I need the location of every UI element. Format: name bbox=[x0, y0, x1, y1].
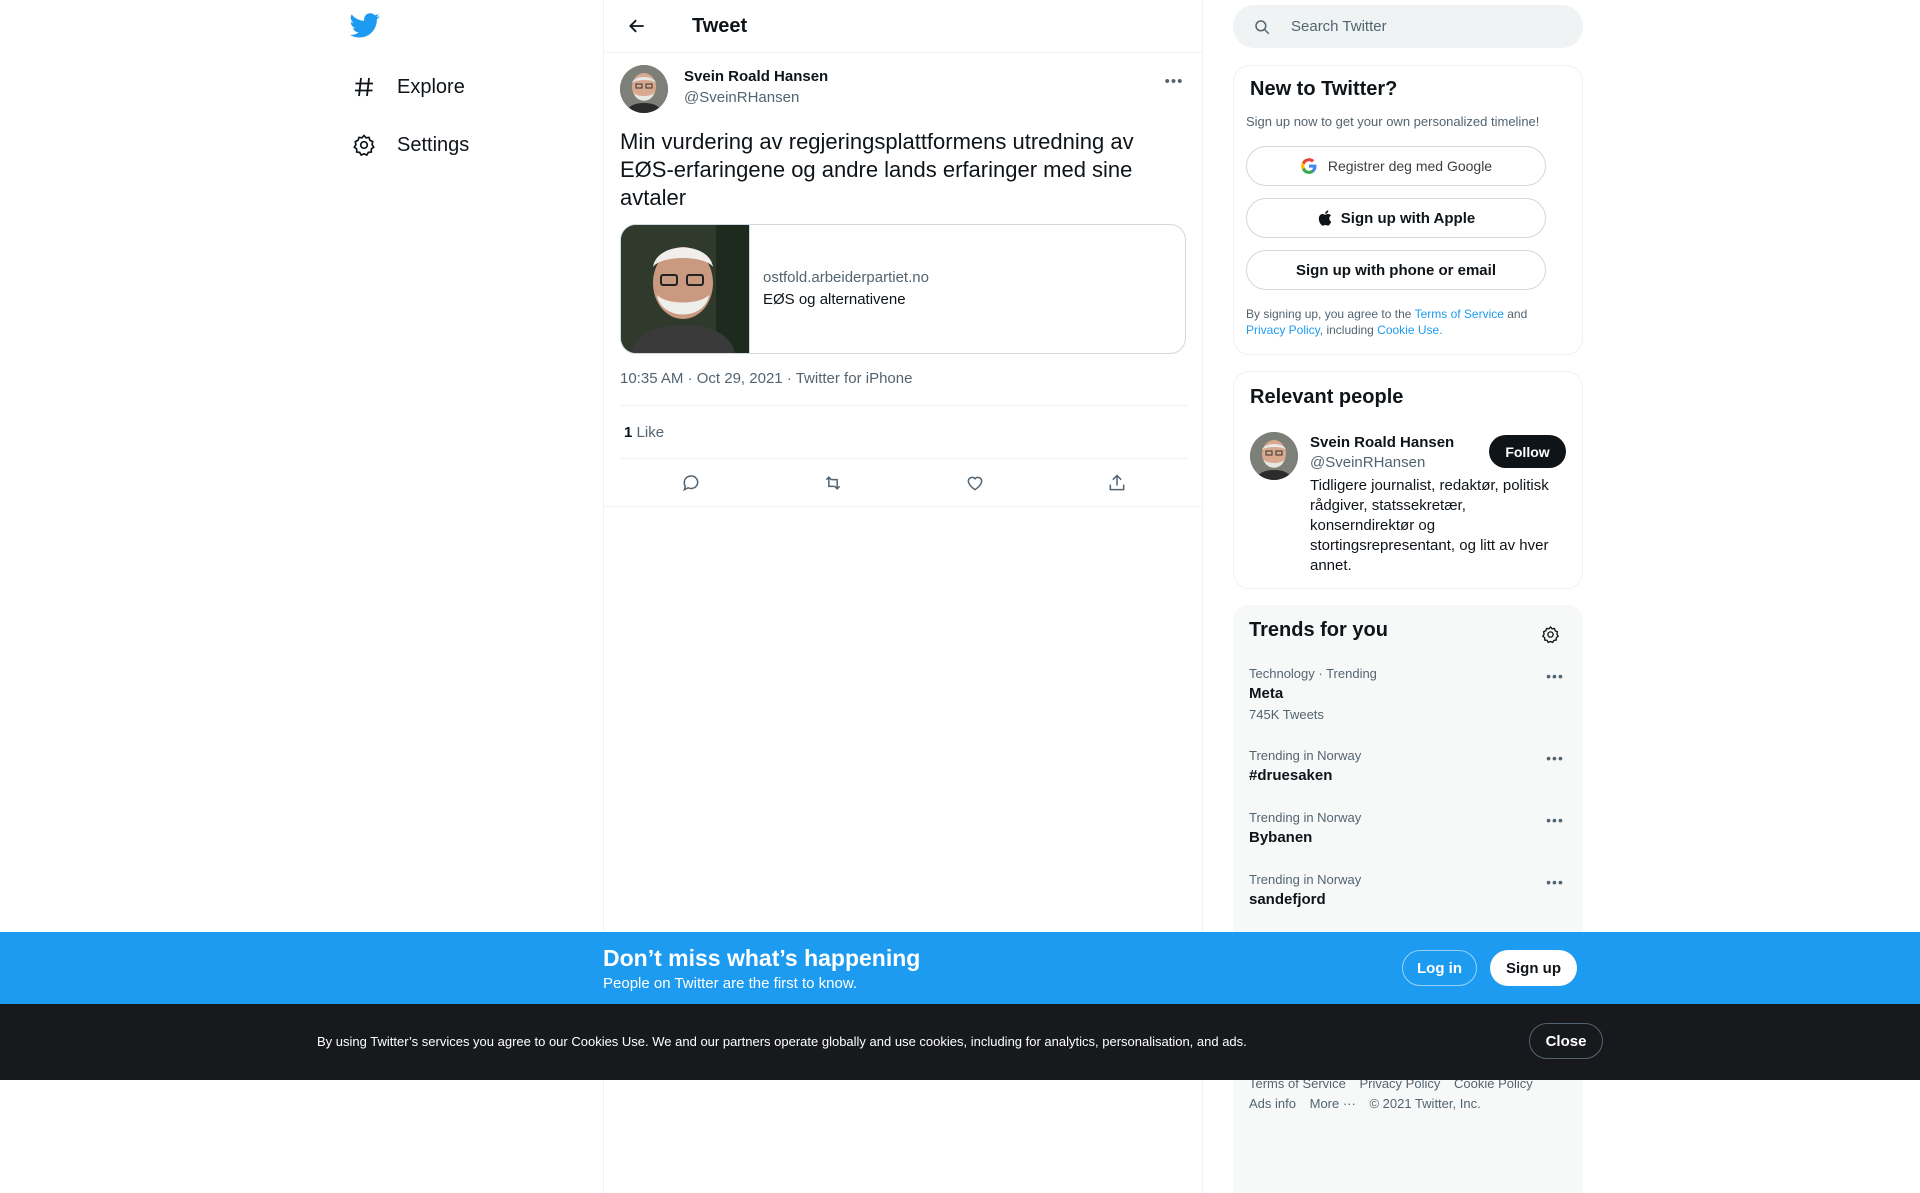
person-handle[interactable]: @SveinRHansen bbox=[1310, 454, 1425, 471]
footer-links: Terms of Service Privacy Policy Cookie P… bbox=[1249, 1074, 1543, 1114]
trend-name: Bybanen bbox=[1249, 829, 1313, 846]
signup-apple-label: Sign up with Apple bbox=[1340, 209, 1476, 227]
close-button[interactable]: Close bbox=[1529, 1023, 1603, 1059]
signup-button[interactable]: Sign up bbox=[1490, 950, 1577, 986]
back-arrow-icon[interactable] bbox=[620, 9, 654, 43]
terms-including: , including bbox=[1319, 323, 1378, 337]
trend-name: sandefjord bbox=[1249, 891, 1326, 908]
card-thumbnail bbox=[621, 225, 750, 353]
tweet-header: Tweet bbox=[604, 0, 1202, 53]
likes-count[interactable]: 1 Like bbox=[624, 424, 664, 441]
follow-button[interactable]: Follow bbox=[1489, 435, 1566, 468]
trends-title: Trends for you bbox=[1249, 619, 1388, 641]
signup-phone-button[interactable]: Sign up with phone or email bbox=[1246, 250, 1546, 290]
avatar[interactable] bbox=[1250, 432, 1298, 480]
search-box bbox=[1233, 5, 1583, 48]
signup-panel: New to Twitter? Sign up now to get your … bbox=[1233, 65, 1583, 355]
relevant-people-title: Relevant people bbox=[1250, 386, 1404, 408]
nav-explore-label: Explore bbox=[397, 75, 465, 98]
privacy-policy-link[interactable]: Privacy Policy bbox=[1246, 323, 1320, 337]
person-name[interactable]: Svein Roald Hansen bbox=[1310, 434, 1454, 451]
terms-prefix: By signing up, you agree to the bbox=[1246, 307, 1415, 321]
search-icon bbox=[1233, 18, 1291, 36]
footer-ads-link[interactable]: Ads info bbox=[1249, 1096, 1296, 1111]
terms-of-service-link[interactable]: Terms of Service bbox=[1415, 307, 1504, 321]
author-name[interactable]: Svein Roald Hansen bbox=[684, 68, 828, 85]
google-icon bbox=[1300, 157, 1318, 175]
signup-subtitle: Sign up now to get your own personalized… bbox=[1246, 114, 1540, 129]
card-body: ostfold.arbeiderpartiet.no EØS og altern… bbox=[750, 225, 929, 353]
trend-item[interactable]: Trending in Norway Bybanen ••• bbox=[1249, 810, 1567, 846]
trend-context: Trending in Norway bbox=[1249, 748, 1362, 763]
signup-google-button[interactable]: Registrer deg med Google bbox=[1246, 146, 1546, 186]
more-options-icon[interactable]: ••• bbox=[1543, 874, 1567, 894]
more-options-icon[interactable]: ••• bbox=[1543, 750, 1567, 770]
nav-settings-label: Settings bbox=[397, 133, 470, 156]
trend-item[interactable]: Trending in Norway sandefjord ••• bbox=[1249, 872, 1567, 908]
search-input[interactable] bbox=[1291, 18, 1561, 35]
link-preview-card[interactable]: ostfold.arbeiderpartiet.no EØS og altern… bbox=[620, 224, 1186, 354]
trend-count: 745K Tweets bbox=[1249, 707, 1324, 722]
like-count-number: 1 bbox=[624, 424, 633, 441]
apple-icon bbox=[1317, 209, 1335, 227]
trend-item[interactable]: Technology · Trending Meta 745K Tweets •… bbox=[1249, 666, 1567, 722]
twitter-bird-icon[interactable] bbox=[350, 10, 386, 46]
trend-context: Trending in Norway bbox=[1249, 872, 1362, 887]
reply-icon[interactable] bbox=[674, 466, 708, 500]
more-options-icon[interactable]: ••• bbox=[1160, 67, 1188, 95]
trend-name: #druesaken bbox=[1249, 767, 1333, 784]
signup-banner: Don’t miss what’s happening People on Tw… bbox=[0, 932, 1920, 1004]
cookie-text: By using Twitter’s services you agree to… bbox=[317, 1034, 1247, 1049]
nav-settings[interactable]: Settings bbox=[350, 121, 469, 169]
tweet-actions bbox=[620, 464, 1188, 502]
signup-google-label: Registrer deg med Google bbox=[1327, 158, 1493, 174]
terms-and: and bbox=[1503, 307, 1528, 321]
footer-more-link[interactable]: More ··· bbox=[1310, 1096, 1356, 1111]
divider bbox=[620, 458, 1188, 459]
share-icon[interactable] bbox=[1100, 466, 1134, 500]
tweet-author: Svein Roald Hansen @SveinRHansen ••• bbox=[620, 65, 1188, 113]
trend-context: Technology · Trending bbox=[1249, 666, 1377, 681]
relevant-people-panel: Relevant people Svein Roald Hansen @Svei… bbox=[1233, 371, 1583, 589]
gear-icon[interactable] bbox=[1533, 617, 1567, 651]
author-handle[interactable]: @SveinRHansen bbox=[684, 89, 799, 106]
divider bbox=[604, 506, 1202, 507]
hashtag-icon bbox=[350, 73, 378, 101]
footer-copyright: © 2021 Twitter, Inc. bbox=[1369, 1096, 1481, 1111]
signup-title: New to Twitter? bbox=[1250, 78, 1398, 100]
like-heart-icon[interactable] bbox=[958, 466, 992, 500]
nav-explore[interactable]: Explore bbox=[350, 63, 465, 111]
tweet-date[interactable]: Oct 29, 2021 bbox=[697, 370, 783, 387]
more-options-icon[interactable]: ••• bbox=[1543, 812, 1567, 832]
gear-icon bbox=[350, 131, 378, 159]
card-domain: ostfold.arbeiderpartiet.no bbox=[763, 269, 929, 286]
trend-context: Trending in Norway bbox=[1249, 810, 1362, 825]
meta-separator: · bbox=[786, 370, 796, 387]
cookie-use-link[interactable]: Cookie Use. bbox=[1377, 323, 1442, 337]
tweet-timestamp: 10:35 AM · Oct 29, 2021 · Twitter for iP… bbox=[620, 370, 912, 387]
cookie-consent-bar: By using Twitter’s services you agree to… bbox=[0, 1004, 1920, 1080]
trend-item[interactable]: Trending in Norway #druesaken ••• bbox=[1249, 748, 1567, 784]
tweet-source[interactable]: Twitter for iPhone bbox=[796, 370, 913, 387]
retweet-icon[interactable] bbox=[816, 466, 850, 500]
signup-apple-button[interactable]: Sign up with Apple bbox=[1246, 198, 1546, 238]
tweet-time[interactable]: 10:35 AM bbox=[620, 370, 683, 387]
more-options-icon[interactable]: ••• bbox=[1543, 668, 1567, 688]
divider bbox=[620, 405, 1188, 406]
trend-name: Meta bbox=[1249, 685, 1284, 702]
meta-separator: · bbox=[687, 370, 697, 387]
person-bio: Tidligere journalist, redaktør, politisk… bbox=[1310, 477, 1549, 574]
like-count-label: Like bbox=[636, 424, 665, 441]
card-title: EØS og alternativene bbox=[763, 291, 906, 308]
login-button[interactable]: Log in bbox=[1402, 950, 1477, 986]
banner-subtitle: People on Twitter are the first to know. bbox=[603, 975, 858, 992]
signup-phone-label: Sign up with phone or email bbox=[1295, 261, 1496, 279]
page-title: Tweet bbox=[692, 14, 748, 37]
tweet-text: Min vurdering av regjeringsplattformens … bbox=[620, 129, 1134, 210]
signup-terms: By signing up, you agree to the Terms of… bbox=[1246, 306, 1566, 338]
banner-title: Don’t miss what’s happening bbox=[603, 945, 921, 971]
avatar[interactable] bbox=[620, 65, 668, 113]
